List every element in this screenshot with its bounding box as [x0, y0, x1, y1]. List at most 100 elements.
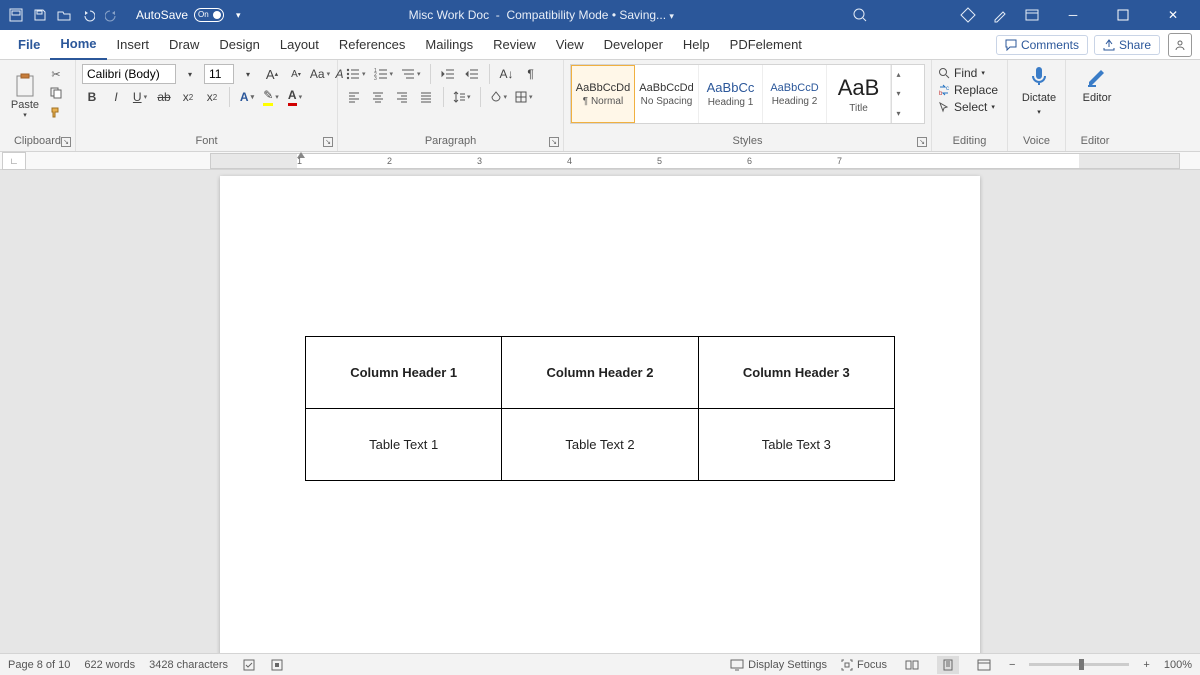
dialog-launcher-icon[interactable]: ↘	[323, 137, 333, 147]
display-settings-button[interactable]: Display Settings	[730, 659, 827, 671]
justify-icon[interactable]	[416, 87, 436, 107]
shrink-font-icon[interactable]: A▾	[286, 64, 306, 84]
tab-view[interactable]: View	[546, 30, 594, 60]
minimize-button[interactable]: ─	[1056, 0, 1090, 30]
find-button[interactable]: Find ▾	[938, 66, 1001, 80]
share-button[interactable]: Share	[1094, 35, 1160, 55]
style-title[interactable]: AaBTitle	[827, 65, 891, 123]
zoom-in-button[interactable]: +	[1143, 659, 1149, 671]
zoom-level[interactable]: 100%	[1164, 659, 1192, 671]
tab-home[interactable]: Home	[50, 30, 106, 60]
tab-selector[interactable]: ∟	[2, 152, 26, 170]
style-normal[interactable]: AaBbCcDd¶ Normal	[571, 65, 635, 123]
zoom-slider[interactable]	[1029, 663, 1129, 666]
document-area[interactable]: Column Header 1 Column Header 2 Column H…	[0, 170, 1200, 653]
style-heading-1[interactable]: AaBbCcHeading 1	[699, 65, 763, 123]
tab-draw[interactable]: Draw	[159, 30, 209, 60]
font-name-drop-icon[interactable]: ▾	[180, 64, 200, 84]
page-number[interactable]: Page 8 of 10	[8, 659, 70, 671]
autosave-toggle[interactable]: AutoSave On ▾	[136, 8, 241, 22]
highlight-icon[interactable]: ✎	[261, 87, 281, 107]
sort-icon[interactable]: A↓	[497, 64, 517, 84]
tab-design[interactable]: Design	[209, 30, 269, 60]
focus-button[interactable]: Focus	[841, 659, 887, 671]
table-cell[interactable]: Column Header 3	[698, 337, 894, 409]
autosave-icon[interactable]	[8, 7, 24, 23]
table-cell[interactable]: Table Text 1	[306, 409, 502, 481]
underline-button[interactable]: U	[130, 87, 150, 107]
table-cell[interactable]: Table Text 3	[698, 409, 894, 481]
style-heading-2[interactable]: AaBbCcDHeading 2	[763, 65, 827, 123]
numbering-icon[interactable]: 123	[372, 64, 396, 84]
macro-icon[interactable]	[270, 658, 284, 672]
maximize-button[interactable]	[1106, 0, 1140, 30]
copy-icon[interactable]	[48, 85, 64, 101]
table-cell[interactable]: Column Header 1	[306, 337, 502, 409]
word-count[interactable]: 622 words	[84, 659, 135, 671]
read-mode-icon[interactable]	[901, 656, 923, 674]
tab-layout[interactable]: Layout	[270, 30, 329, 60]
increase-indent-icon[interactable]	[462, 64, 482, 84]
char-count[interactable]: 3428 characters	[149, 659, 228, 671]
font-color-icon[interactable]: A	[285, 87, 305, 107]
document-table[interactable]: Column Header 1 Column Header 2 Column H…	[305, 336, 895, 481]
strikethrough-button[interactable]: ab	[154, 87, 174, 107]
page[interactable]: Column Header 1 Column Header 2 Column H…	[220, 176, 980, 653]
tab-developer[interactable]: Developer	[594, 30, 673, 60]
line-spacing-icon[interactable]	[451, 87, 473, 107]
grow-font-icon[interactable]: A▴	[262, 64, 282, 84]
table-cell[interactable]: Table Text 2	[502, 409, 698, 481]
dialog-launcher-icon[interactable]: ↘	[917, 137, 927, 147]
editor-button[interactable]: Editor	[1072, 64, 1122, 104]
superscript-button[interactable]: x2	[202, 87, 222, 107]
close-button[interactable]: ✕	[1156, 0, 1190, 30]
tab-mailings[interactable]: Mailings	[415, 30, 483, 60]
dictate-button[interactable]: Dictate▾	[1014, 64, 1064, 116]
tab-references[interactable]: References	[329, 30, 415, 60]
select-button[interactable]: Select ▾	[938, 100, 1001, 114]
align-right-icon[interactable]	[392, 87, 412, 107]
zoom-out-button[interactable]: −	[1009, 659, 1015, 671]
format-painter-icon[interactable]	[48, 104, 64, 120]
tab-file[interactable]: File	[8, 30, 50, 60]
spellcheck-icon[interactable]	[242, 658, 256, 672]
redo-icon[interactable]	[104, 7, 120, 23]
tab-review[interactable]: Review	[483, 30, 546, 60]
save-icon[interactable]	[32, 7, 48, 23]
replace-button[interactable]: bcReplace	[938, 83, 1001, 97]
pen-icon[interactable]	[992, 7, 1008, 23]
paste-button[interactable]: Paste ▾	[6, 64, 44, 128]
multilevel-list-icon[interactable]	[399, 64, 423, 84]
table-cell[interactable]: Column Header 2	[502, 337, 698, 409]
styles-gallery[interactable]: AaBbCcDd¶ Normal AaBbCcDdNo Spacing AaBb…	[570, 64, 925, 124]
comments-button[interactable]: Comments	[996, 35, 1088, 55]
ribbon-display-icon[interactable]	[1024, 7, 1040, 23]
shading-icon[interactable]	[488, 87, 510, 107]
gallery-more-icon[interactable]: ▴▾▾	[891, 65, 905, 123]
table-row[interactable]: Column Header 1 Column Header 2 Column H…	[306, 337, 895, 409]
tab-help[interactable]: Help	[673, 30, 720, 60]
search-icon[interactable]	[852, 7, 868, 23]
dialog-launcher-icon[interactable]: ↘	[61, 137, 71, 147]
style-no-spacing[interactable]: AaBbCcDdNo Spacing	[635, 65, 699, 123]
borders-icon[interactable]	[513, 87, 535, 107]
print-layout-icon[interactable]	[937, 656, 959, 674]
diamond-icon[interactable]	[960, 7, 976, 23]
bullets-icon[interactable]	[344, 64, 368, 84]
align-center-icon[interactable]	[368, 87, 388, 107]
font-size-drop-icon[interactable]: ▾	[238, 64, 258, 84]
account-icon[interactable]	[1168, 33, 1192, 57]
undo-icon[interactable]	[80, 7, 96, 23]
change-case-icon[interactable]: Aa	[310, 64, 330, 84]
web-layout-icon[interactable]	[973, 656, 995, 674]
dialog-launcher-icon[interactable]: ↘	[549, 137, 559, 147]
font-size-input[interactable]	[204, 64, 234, 84]
align-left-icon[interactable]	[344, 87, 364, 107]
subscript-button[interactable]: x2	[178, 87, 198, 107]
italic-button[interactable]: I	[106, 87, 126, 107]
cut-icon[interactable]: ✂	[48, 66, 64, 82]
horizontal-ruler[interactable]: 1 2 3 4 5 6 7	[210, 153, 1180, 169]
show-marks-icon[interactable]: ¶	[521, 64, 541, 84]
open-icon[interactable]	[56, 7, 72, 23]
tab-pdfelement[interactable]: PDFelement	[720, 30, 812, 60]
